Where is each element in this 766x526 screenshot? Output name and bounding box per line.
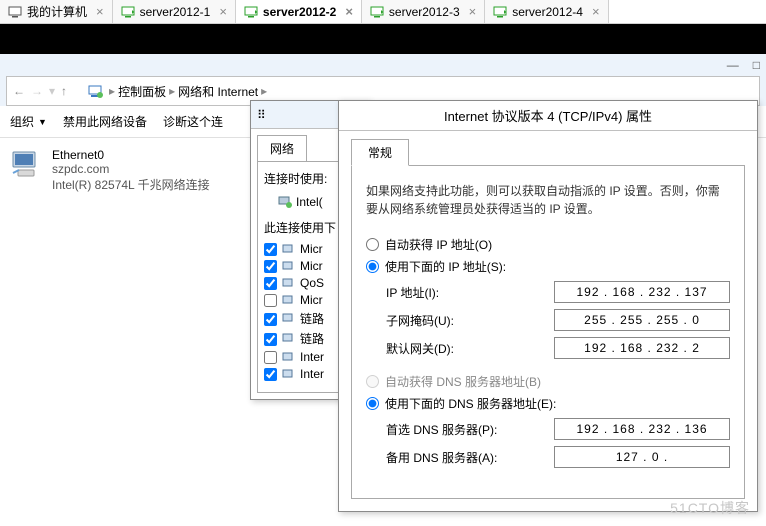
- adapter-icon: [10, 148, 42, 193]
- tab-label: server2012-3: [389, 5, 460, 19]
- checkbox[interactable]: [264, 294, 277, 307]
- component-icon: [282, 332, 295, 345]
- checkbox[interactable]: [264, 351, 277, 364]
- tab-general[interactable]: 常规: [351, 139, 409, 166]
- watermark: 51CTO博客: [670, 498, 750, 518]
- tab-close-button[interactable]: ×: [345, 4, 353, 19]
- help-text: 如果网络支持此功能，则可以获取自动指派的 IP 设置。否则，你需要从网络系统管理…: [366, 182, 730, 218]
- ip-input[interactable]: 127 . 0 .: [554, 446, 730, 468]
- breadcrumb-item[interactable]: 控制面板: [118, 83, 166, 100]
- monitor-icon: [8, 6, 22, 18]
- vm-tab[interactable]: server2012-1 ×: [113, 0, 236, 23]
- explorer-window: — □ ← → ▾ ↑ ▸ 控制面板 ▸ 网络和 Internet ▸: [0, 54, 766, 106]
- checkbox[interactable]: [264, 243, 277, 256]
- tab-close-button[interactable]: ×: [592, 4, 600, 19]
- adapter-domain: szpdc.com: [52, 162, 210, 176]
- tab-label: server2012-2: [263, 5, 336, 19]
- radio-auto-dns: 自动获得 DNS 服务器地址(B): [366, 373, 730, 390]
- vm-tab[interactable]: server2012-2 ×: [236, 0, 362, 23]
- dialog-title: Internet 协议版本 4 (TCP/IPv4) 属性: [444, 106, 652, 125]
- checkbox[interactable]: [264, 333, 277, 346]
- checkbox[interactable]: [264, 313, 277, 326]
- vm-tab[interactable]: server2012-3 ×: [362, 0, 485, 23]
- maximize-button[interactable]: □: [753, 58, 760, 72]
- vm-tab-bar: 我的计算机×server2012-1×server2012-2×server20…: [0, 0, 766, 24]
- checkbox[interactable]: [264, 260, 277, 273]
- monitor-icon: [121, 6, 135, 18]
- dialog-titlebar[interactable]: Internet 协议版本 4 (TCP/IPv4) 属性: [339, 101, 757, 131]
- ip-field-row: 子网掩码(U):255 . 255 . 255 . 0: [386, 309, 730, 331]
- field-label: IP 地址(I):: [386, 284, 554, 301]
- connection-bar: [0, 24, 766, 54]
- ip-input[interactable]: 255 . 255 . 255 . 0: [554, 309, 730, 331]
- ip-input[interactable]: 192 . 168 . 232 . 137: [554, 281, 730, 303]
- tab-network[interactable]: 网络: [257, 135, 307, 161]
- component-icon: [282, 260, 295, 273]
- monitor-icon: [244, 6, 258, 18]
- tab-label: server2012-4: [512, 5, 583, 19]
- component-icon: [282, 277, 295, 290]
- window-titlebar: — □: [0, 54, 766, 76]
- adapter-item[interactable]: Ethernet0 szpdc.com Intel(R) 82574L 千兆网络…: [0, 138, 250, 203]
- network-icon: [87, 83, 103, 99]
- drag-handle-icon: ⠿: [257, 108, 266, 122]
- dns-field-row: 备用 DNS 服务器(A):127 . 0 .: [386, 446, 730, 468]
- checkbox[interactable]: [264, 368, 277, 381]
- diagnose-button[interactable]: 诊断这个连: [163, 113, 223, 130]
- dns-field-row: 首选 DNS 服务器(P):192 . 168 . 232 . 136: [386, 418, 730, 440]
- monitor-icon: [370, 6, 384, 18]
- ipv4-properties-dialog: Internet 协议版本 4 (TCP/IPv4) 属性 常规 如果网络支持此…: [338, 100, 758, 512]
- tab-close-button[interactable]: ×: [469, 4, 477, 19]
- tab-close-button[interactable]: ×: [96, 4, 104, 19]
- radio-manual-ip[interactable]: 使用下面的 IP 地址(S):: [366, 258, 730, 275]
- component-icon: [282, 351, 295, 364]
- vm-tab[interactable]: 我的计算机 ×: [0, 0, 113, 23]
- nav-forward-button[interactable]: →: [31, 84, 43, 98]
- component-icon: [282, 294, 295, 307]
- adapter-name: Ethernet0: [52, 148, 210, 162]
- adapter-desc: Intel(R) 82574L 千兆网络连接: [52, 176, 210, 193]
- tab-close-button[interactable]: ×: [219, 4, 227, 19]
- component-icon: [282, 243, 295, 256]
- nav-back-button[interactable]: ←: [13, 84, 25, 98]
- breadcrumb-item[interactable]: 网络和 Internet: [178, 83, 258, 100]
- ip-input[interactable]: 192 . 168 . 232 . 136: [554, 418, 730, 440]
- field-label: 首选 DNS 服务器(P):: [386, 421, 554, 438]
- ip-input[interactable]: 192 . 168 . 232 . 2: [554, 337, 730, 359]
- ip-field-row: IP 地址(I):192 . 168 . 232 . 137: [386, 281, 730, 303]
- checkbox[interactable]: [264, 277, 277, 290]
- field-label: 子网掩码(U):: [386, 312, 554, 329]
- tab-label: server2012-1: [140, 5, 211, 19]
- field-label: 备用 DNS 服务器(A):: [386, 449, 554, 466]
- tab-label: 我的计算机: [27, 3, 87, 20]
- organize-menu[interactable]: 组织 ▼: [10, 113, 47, 130]
- disable-device-button[interactable]: 禁用此网络设备: [63, 113, 147, 130]
- nav-up-button[interactable]: ↑: [61, 84, 67, 98]
- adapter-small-icon: [278, 195, 292, 209]
- minimize-button[interactable]: —: [727, 58, 739, 72]
- component-icon: [282, 312, 295, 325]
- component-icon: [282, 368, 295, 381]
- radio-manual-dns[interactable]: 使用下面的 DNS 服务器地址(E):: [366, 395, 730, 412]
- radio-auto-ip[interactable]: 自动获得 IP 地址(O): [366, 236, 730, 253]
- vm-tab[interactable]: server2012-4 ×: [485, 0, 608, 23]
- ip-field-row: 默认网关(D):192 . 168 . 232 . 2: [386, 337, 730, 359]
- monitor-icon: [493, 6, 507, 18]
- field-label: 默认网关(D):: [386, 340, 554, 357]
